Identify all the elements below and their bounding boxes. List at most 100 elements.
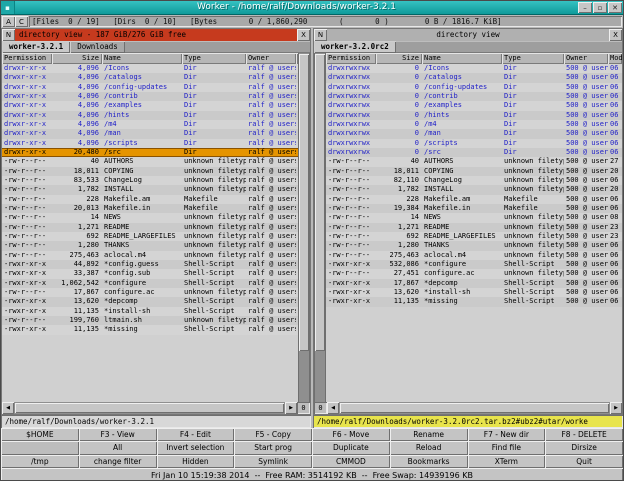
file-row[interactable]: -rw-r--r--20,013Makefile.inMakefileralf … [2, 204, 298, 213]
col-size[interactable]: Size [376, 53, 422, 64]
col-size[interactable]: Size [52, 53, 102, 64]
col-name[interactable]: Name [102, 53, 182, 64]
file-row[interactable]: -rwxr-xr-x13,620*depcompShell-Scriptralf… [2, 297, 298, 306]
file-row[interactable]: -rwxr-xr-x44,892*config.guessShell-Scrip… [2, 260, 298, 269]
right-scroll-left-icon[interactable]: ◀ [327, 402, 339, 414]
file-row[interactable]: -rw-r--r--199,760ltmain.shunknown filety… [2, 316, 298, 325]
file-row[interactable]: -rw-r--r--40AUTHORSunknown filetyperalf … [2, 157, 298, 166]
file-row[interactable]: -rw-r--r--19,384Makefile.inMakefile500 @… [326, 204, 622, 213]
file-row[interactable]: drwxrwxrwx0/manDir500 @ users06 N [326, 129, 622, 138]
cmd-button-bookmarks[interactable]: Bookmarks [390, 455, 468, 468]
file-row[interactable]: -rw-r--r--14NEWSunknown filetype500 @ us… [326, 213, 622, 222]
file-row[interactable]: drwxrwxrwx0/scriptsDir500 @ users06 N [326, 139, 622, 148]
cmd-button-home[interactable]: $HOME [1, 428, 79, 441]
file-row[interactable]: -rw-r--r--83,533ChangeLogunknown filetyp… [2, 176, 298, 185]
right-scroll-right-icon[interactable]: ▶ [610, 402, 622, 414]
file-row[interactable]: -rwxr-xr-x11,135*missingShell-Script500 … [326, 297, 622, 306]
left-scroll-right-icon[interactable]: ▶ [285, 402, 297, 414]
file-row[interactable]: -rw-r--r--228Makefile.amMakefile500 @ us… [326, 195, 622, 204]
minimize-icon[interactable]: – [578, 2, 592, 13]
close-icon[interactable]: ✕ [608, 2, 622, 13]
tab-worker-3-2-0rc2[interactable]: worker-3.2.0rc2 [314, 41, 396, 53]
file-row[interactable]: drwxr-xr-x4,096/config-updatesDirralf @ … [2, 83, 298, 92]
file-row[interactable]: -rw-r--r--1,782INSTALLunknown filetypera… [2, 185, 298, 194]
file-row[interactable]: -rwxr-xr-x13,620*install-shShell-Script5… [326, 288, 622, 297]
file-row[interactable]: -rwxr-xr-x1,062,542*configureShell-Scrip… [2, 279, 298, 288]
col-owner[interactable]: Owner [564, 53, 608, 64]
col-name[interactable]: Name [422, 53, 502, 64]
file-row[interactable]: -rw-r--r--275,463aclocal.m4unknown filet… [326, 251, 622, 260]
file-row[interactable]: -rw-r--r--27,451configure.acunknown file… [326, 269, 622, 278]
file-row[interactable]: drwxrwxrwx0/catalogsDir500 @ users06 N [326, 73, 622, 82]
file-row[interactable]: -rw-r--r--18,011COPYINGunknown filetype5… [326, 167, 622, 176]
right-path-field[interactable]: /home/ralf/Downloads/worker-3.2.0rc2.tar… [313, 415, 623, 428]
cmd-button-dirsize[interactable]: Dirsize [545, 441, 623, 454]
file-row[interactable]: drwxr-xr-x20,480/srcDirralf @ users [2, 148, 298, 157]
cmd-button-symlink[interactable]: Symlink [234, 455, 312, 468]
file-row[interactable]: drwxr-xr-x4,096/scriptsDirralf @ users [2, 139, 298, 148]
right-hscroll-thumb[interactable] [340, 403, 609, 413]
file-row[interactable]: drwxrwxrwx0/m4Dir500 @ users06 N [326, 120, 622, 129]
file-row[interactable]: drwxrwxrwx0/config-updatesDir500 @ users… [326, 83, 622, 92]
left-mode-button[interactable]: N [2, 29, 15, 41]
cmd-button-f6-move[interactable]: F6 - Move [312, 428, 390, 441]
tab-downloads[interactable]: Downloads [70, 41, 125, 53]
left-vertical-scrollbar[interactable] [298, 53, 310, 402]
left-vscroll-thumb[interactable] [299, 54, 309, 351]
file-row[interactable]: -rwxr-xr-x17,867*depcompShell-Script500 … [326, 279, 622, 288]
cmd-button-f8-delete[interactable]: F8 - DELETE [545, 428, 623, 441]
file-row[interactable]: -rw-r--r--692README_LARGEFILESunknown fi… [326, 232, 622, 241]
cmd-button-f4-edit[interactable]: F4 - Edit [157, 428, 235, 441]
bank-c-button[interactable]: C [15, 16, 28, 27]
cmd-button-invert-selection[interactable]: Invert selection [157, 441, 235, 454]
right-mode-button[interactable]: N [314, 29, 327, 41]
file-row[interactable]: drwxrwxrwx0/hintsDir500 @ users06 N [326, 111, 622, 120]
cmd-button-all[interactable]: All [79, 441, 157, 454]
cmd-button-find-file[interactable]: Find file [468, 441, 546, 454]
file-row[interactable]: drwxr-xr-x4,096/m4Dirralf @ users [2, 120, 298, 129]
left-hscroll-thumb[interactable] [15, 403, 284, 413]
file-row[interactable]: -rwxr-xr-x532,086*configureShell-Script5… [326, 260, 622, 269]
file-row[interactable]: -rwxr-xr-x33,387*config.subShell-Scriptr… [2, 269, 298, 278]
file-row[interactable]: drwxrwxrwx0/contribDir500 @ users06 N [326, 92, 622, 101]
cmd-button-change-filter[interactable]: change filter [79, 455, 157, 468]
file-row[interactable]: -rw-r--r--1,280THANKSunknown filetyperal… [2, 241, 298, 250]
file-row[interactable]: drwxr-xr-x4,096/examplesDirralf @ users [2, 101, 298, 110]
file-row[interactable]: -rwxr-xr-x11,135*missingShell-Scriptralf… [2, 325, 298, 334]
file-row[interactable]: drwxr-xr-x4,096/hintsDirralf @ users [2, 111, 298, 120]
left-horizontal-scrollbar[interactable] [14, 402, 285, 414]
right-vscroll-thumb[interactable] [315, 54, 325, 351]
file-row[interactable]: drwxr-xr-x4,096/catalogsDirralf @ users [2, 73, 298, 82]
cmd-button-quit[interactable]: Quit [545, 455, 623, 468]
file-row[interactable]: -rw-r--r--1,271READMEunknown filetyperal… [2, 223, 298, 232]
file-row[interactable]: drwxrwxrwx0/examplesDir500 @ users06 N [326, 101, 622, 110]
file-row[interactable]: -rw-r--r--17,867configure.acunknown file… [2, 288, 298, 297]
col-owner[interactable]: Owner [246, 53, 296, 64]
file-row[interactable]: -rwxr-xr-x11,135*install-shShell-Scriptr… [2, 307, 298, 316]
file-row[interactable]: -rw-r--r--18,011COPYINGunknown filetyper… [2, 167, 298, 176]
file-row[interactable]: drwxr-xr-x4,096/contribDirralf @ users [2, 92, 298, 101]
cmd-button-rename[interactable]: Rename [390, 428, 468, 441]
file-row[interactable]: -rw-r--r--275,463aclocal.m4unknown filet… [2, 251, 298, 260]
right-vertical-scrollbar[interactable] [314, 53, 326, 402]
cmd-button-f7-new-dir[interactable]: F7 - New dir [468, 428, 546, 441]
col-modif[interactable]: Modif [608, 53, 622, 64]
file-row[interactable]: drwxrwxrwx0/IconsDir500 @ users06 N [326, 64, 622, 73]
window-menu-icon[interactable]: ▪ [1, 1, 15, 14]
tab-worker-3-2-1[interactable]: worker-3.2.1 [2, 41, 70, 53]
file-row[interactable]: -rw-r--r--82,110ChangeLogunknown filetyp… [326, 176, 622, 185]
cmd-button-duplicate[interactable]: Duplicate [312, 441, 390, 454]
col-type[interactable]: Type [502, 53, 564, 64]
file-row[interactable]: -rw-r--r--1,280THANKSunknown filetype500… [326, 241, 622, 250]
file-row[interactable]: drwxr-xr-x4,096/IconsDirralf @ users [2, 64, 298, 73]
left-close-tab-button[interactable]: X [297, 29, 310, 41]
file-row[interactable]: drwxrwxrwx0/srcDir500 @ users06 N [326, 148, 622, 157]
col-permission[interactable]: Permission [326, 53, 376, 64]
left-path-field[interactable]: /home/ralf/Downloads/worker-3.2.1 [1, 415, 311, 428]
right-horizontal-scrollbar[interactable] [339, 402, 610, 414]
file-row[interactable]: -rw-r--r--692README_LARGEFILESunknown fi… [2, 232, 298, 241]
cmd-button-reload[interactable]: Reload [390, 441, 468, 454]
cmd-button-start-prog[interactable]: Start prog [234, 441, 312, 454]
right-close-tab-button[interactable]: X [609, 29, 622, 41]
cmd-button-tmp[interactable]: /tmp [1, 455, 79, 468]
